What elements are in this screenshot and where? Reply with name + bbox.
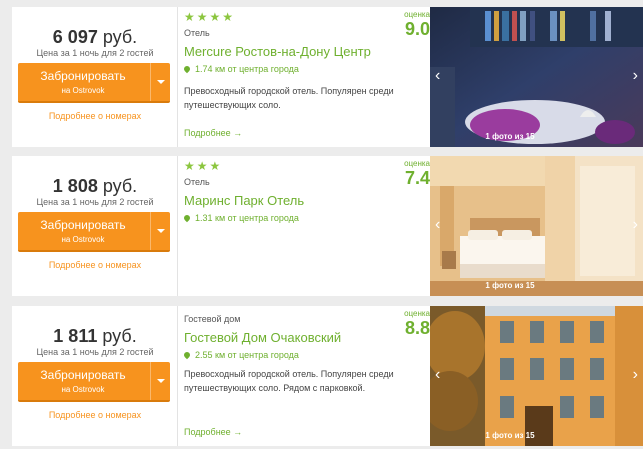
- price-note: Цена за 1 ночь для 2 гостей: [36, 197, 154, 207]
- distance: 2.55 км от центра города: [182, 350, 299, 360]
- hotel-photo[interactable]: ‹ › 1 фото из 15: [430, 306, 643, 446]
- price-column: 1 808 руб. Цена за 1 ночь для 2 гостей З…: [12, 156, 178, 296]
- info-column: ★★★ Отель Маринс Парк Отель 1.31 км от ц…: [182, 156, 430, 296]
- info-column: ★★★★ Отель Mercure Ростов-на-Дону Центр …: [182, 7, 430, 147]
- book-button[interactable]: Забронировать на Ostrovok: [18, 212, 170, 252]
- book-button[interactable]: Забронировать на Ostrovok: [18, 362, 170, 402]
- book-button-label: Забронировать: [40, 218, 126, 232]
- hotel-photo-image: [430, 306, 643, 446]
- price: 1 811 руб.: [53, 326, 137, 346]
- hotel-photo[interactable]: ‹ › 1 фото из 15: [430, 7, 643, 147]
- location-pin-icon: [182, 64, 192, 74]
- rooms-link[interactable]: Подробнее о номерах: [12, 111, 178, 121]
- price: 1 808 руб.: [52, 176, 138, 196]
- stars: ★★★★: [184, 10, 236, 24]
- hotel-card: 1 808 руб. Цена за 1 ночь для 2 гостей З…: [12, 156, 643, 296]
- price-note: Цена за 1 ночь для 2 гостей: [36, 48, 154, 58]
- location-pin-icon: [182, 350, 192, 360]
- hotel-card: 6 097 руб. Цена за 1 ночь для 2 гостей З…: [12, 7, 643, 147]
- price: 6 097 руб.: [52, 27, 138, 47]
- hotel-card: 1 811 руб. Цена за 1 ночь для 2 гостей З…: [12, 306, 643, 446]
- chevron-down-icon[interactable]: [150, 63, 170, 101]
- rating-label: оценка: [404, 159, 430, 168]
- rating-label: оценка: [404, 309, 430, 318]
- distance: 1.74 км от центра города: [182, 64, 299, 74]
- book-button-sub: на Ostrovok: [61, 86, 105, 95]
- photo-count: 1 фото из 15: [485, 281, 535, 290]
- hotel-name[interactable]: Гостевой Дом Очаковский: [184, 330, 341, 345]
- stars: ★★★: [184, 159, 223, 173]
- chevron-down-icon[interactable]: [150, 212, 170, 250]
- hotel-photo-image: [430, 7, 643, 147]
- hotel-type: Отель: [184, 177, 210, 187]
- rating-value: 8.8: [404, 318, 430, 338]
- rooms-link[interactable]: Подробнее о номерах: [12, 410, 178, 420]
- photo-count: 1 фото из 15: [485, 431, 535, 440]
- photo-next-icon[interactable]: ›: [633, 216, 638, 234]
- hotel-photo-image: [430, 156, 643, 296]
- description: Превосходный городской отель. Популярен …: [184, 86, 394, 110]
- hotel-type: Гостевой дом: [184, 314, 241, 324]
- price-note: Цена за 1 ночь для 2 гостей: [36, 347, 154, 357]
- book-button-sub: на Ostrovok: [61, 385, 105, 394]
- rooms-link[interactable]: Подробнее о номерах: [12, 260, 178, 270]
- photo-next-icon[interactable]: ›: [633, 366, 638, 384]
- rating-value: 9.0: [404, 19, 430, 39]
- location-pin-icon: [182, 213, 192, 223]
- price-column: 6 097 руб. Цена за 1 ночь для 2 гостей З…: [12, 7, 178, 147]
- more-link[interactable]: Подробнее →: [184, 427, 242, 437]
- description: Превосходный городской отель. Популярен …: [184, 369, 394, 393]
- info-column: Гостевой дом Гостевой Дом Очаковский 2.5…: [182, 306, 430, 446]
- hotel-photo[interactable]: ‹ › 1 фото из 15: [430, 156, 643, 296]
- book-button[interactable]: Забронировать на Ostrovok: [18, 63, 170, 103]
- photo-next-icon[interactable]: ›: [633, 67, 638, 85]
- photo-prev-icon[interactable]: ‹: [435, 67, 440, 85]
- hotel-type: Отель: [184, 28, 210, 38]
- photo-prev-icon[interactable]: ‹: [435, 216, 440, 234]
- book-button-sub: на Ostrovok: [61, 235, 105, 244]
- rating-label: оценка: [404, 10, 430, 19]
- hotel-name[interactable]: Mercure Ростов-на-Дону Центр: [184, 44, 371, 59]
- rating-value: 7.4: [404, 168, 430, 188]
- price-column: 1 811 руб. Цена за 1 ночь для 2 гостей З…: [12, 306, 178, 446]
- distance: 1.31 км от центра города: [182, 213, 299, 223]
- more-link[interactable]: Подробнее →: [184, 128, 242, 138]
- hotel-name[interactable]: Маринс Парк Отель: [184, 193, 304, 208]
- photo-prev-icon[interactable]: ‹: [435, 366, 440, 384]
- book-button-label: Забронировать: [40, 69, 126, 83]
- chevron-down-icon[interactable]: [150, 362, 170, 400]
- photo-count: 1 фото из 15: [485, 132, 535, 141]
- book-button-label: Забронировать: [40, 368, 126, 382]
